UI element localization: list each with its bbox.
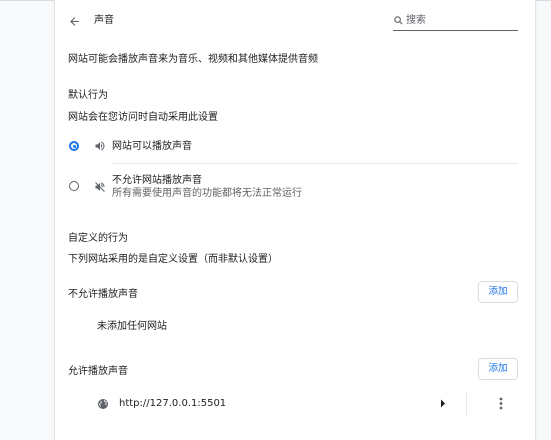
custom-behavior-subtitle: 下列网站采用的是自定义设置（而非默认设置） (68, 254, 278, 265)
option-allow-sound-label: 网站可以播放声音 (112, 141, 192, 152)
volume-icon (94, 140, 106, 152)
add-allowed-site-button[interactable]: 添加 (478, 358, 518, 380)
globe-icon (97, 398, 109, 410)
option-block-sound-label: 不允许网站播放声音 (112, 175, 202, 186)
page-title: 声音 (94, 15, 114, 26)
option-allow-sound[interactable]: 网站可以播放声音 (55, 134, 535, 160)
option-block-sound-sublabel: 所有需要使用声音的功能都将无法正常运行 (112, 188, 302, 199)
default-behavior-subtitle: 网站会在您访问时自动采用此设置 (68, 112, 218, 123)
site-url: http://127.0.0.1:5501 (119, 398, 227, 409)
blocked-sites-heading: 不允许播放声音 (68, 289, 138, 300)
radio-allow-sound[interactable] (69, 141, 79, 151)
default-behavior-heading: 默认行为 (68, 90, 108, 101)
search-icon (393, 15, 404, 26)
page-description: 网站可能会播放声音来为音乐、视频和其他媒体提供音频 (68, 54, 318, 65)
row-separator (466, 392, 467, 416)
search-field[interactable]: 搜索 (393, 12, 518, 31)
volume-off-icon (94, 181, 106, 193)
custom-behavior-heading: 自定义的行为 (68, 233, 128, 244)
add-blocked-site-button[interactable]: 添加 (478, 281, 518, 303)
search-input[interactable]: 搜索 (406, 14, 426, 28)
radio-block-sound[interactable] (69, 181, 79, 191)
more-vert-icon[interactable] (499, 397, 503, 410)
settings-card: 声音 搜索 网站可能会播放声音来为音乐、视频和其他媒体提供音频 默认行为 网站会… (55, 0, 535, 440)
blocked-empty-text: 未添加任何网站 (97, 321, 167, 332)
arrow-left-icon[interactable] (68, 15, 81, 28)
chevron-right-icon[interactable] (440, 399, 446, 408)
option-block-sound[interactable]: 不允许网站播放声音 所有需要使用声音的功能都将无法正常运行 (55, 172, 535, 202)
allowed-sites-heading: 允许播放声音 (68, 366, 128, 377)
site-row[interactable]: http://127.0.0.1:5501 (55, 390, 535, 418)
option-divider (112, 163, 518, 164)
